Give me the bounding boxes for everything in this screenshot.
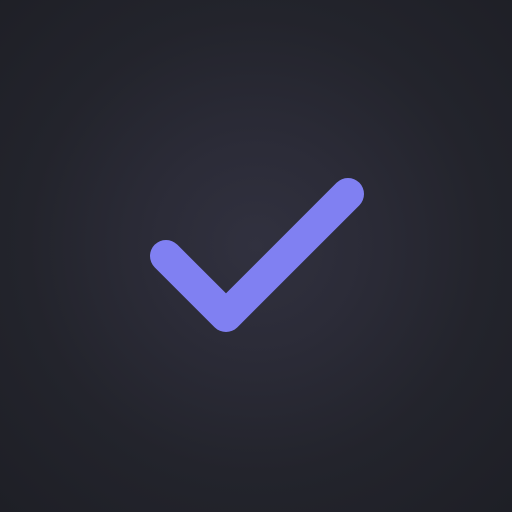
icon-canvas bbox=[0, 0, 512, 512]
checkmark-icon bbox=[150, 178, 364, 332]
checkmark-container bbox=[0, 0, 512, 512]
